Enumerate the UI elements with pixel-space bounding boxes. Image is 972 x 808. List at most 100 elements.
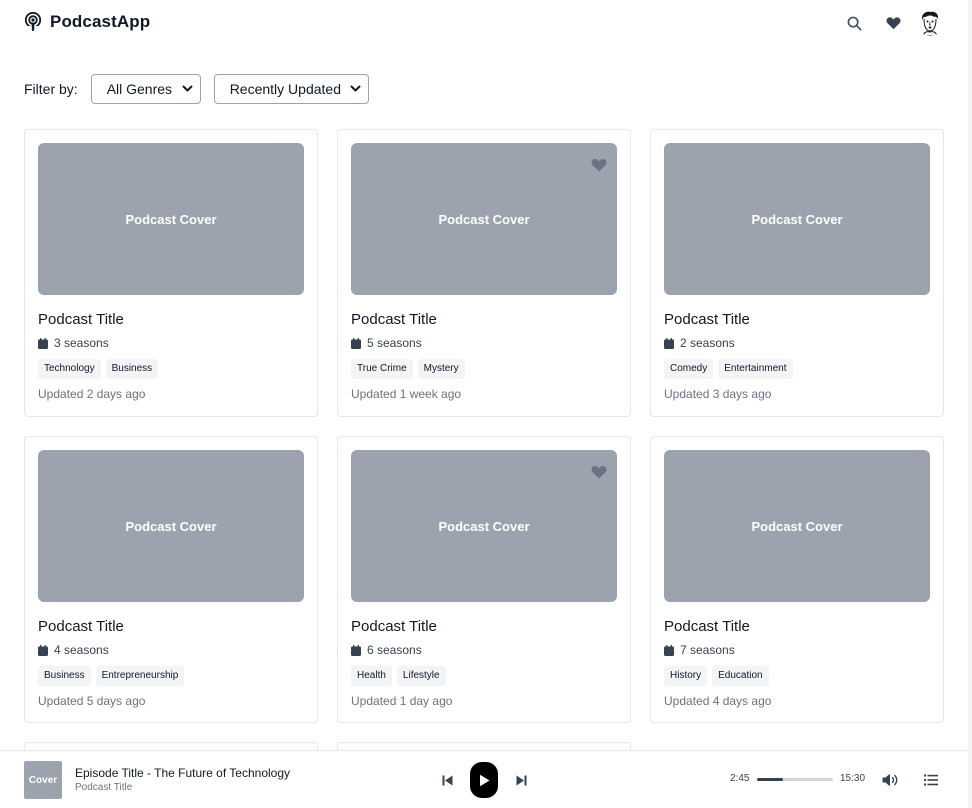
updated-time: Updated 3 days ago [664, 387, 772, 401]
podcast-title: Podcast Title [351, 618, 437, 635]
genre-tag[interactable]: Business [38, 666, 91, 686]
episode-title[interactable]: Episode Title - The Future of Technology [75, 766, 290, 780]
skip-back-icon [442, 775, 452, 785]
genre-select[interactable]: All Genres [90, 74, 201, 104]
search-button[interactable] [844, 13, 864, 33]
cover-placeholder-text: Podcast Cover [125, 518, 217, 534]
cover-placeholder-text: Podcast Cover [438, 518, 530, 534]
cover-placeholder-text: Podcast Cover [751, 518, 843, 534]
cover-placeholder-text: Podcast Cover [751, 211, 843, 227]
tag-list: Health Lifestyle [351, 666, 446, 686]
seasons-count: 3 seasons [54, 336, 109, 350]
tag-list: Technology Business [38, 359, 159, 379]
podcast-seasons: 3 seasons [38, 336, 109, 350]
playlist-button[interactable] [923, 773, 939, 787]
podcast-cover: Podcast Cover [38, 450, 304, 602]
calendar-icon [38, 644, 48, 656]
seasons-count: 2 seasons [680, 336, 735, 350]
episode-podcast-title[interactable]: Podcast Title [75, 782, 132, 793]
seasons-count: 7 seasons [680, 643, 735, 657]
current-time: 2:45 [730, 773, 750, 784]
podcast-card[interactable]: Podcast Cover Podcast Title 2 seasons Co… [650, 129, 944, 417]
podcast-seasons: 5 seasons [351, 336, 422, 350]
progress-bar[interactable] [757, 778, 833, 781]
podcast-title: Podcast Title [351, 311, 437, 328]
genre-tag[interactable]: Entertainment [718, 359, 793, 379]
sort-select[interactable]: Recently Updated [213, 74, 369, 104]
sort-select-value: Recently Updated [229, 81, 341, 97]
avatar[interactable] [917, 10, 943, 36]
skip-forward-icon [516, 775, 526, 785]
podcast-title: Podcast Title [38, 311, 124, 328]
calendar-icon [664, 337, 674, 349]
calendar-icon [351, 337, 361, 349]
updated-time: Updated 2 days ago [38, 387, 146, 401]
updated-time: Updated 1 week ago [351, 387, 462, 401]
skip-forward-button[interactable] [514, 773, 528, 787]
play-button[interactable] [470, 762, 498, 798]
podcast-card[interactable]: Podcast Cover Podcast Title 7 seasons Hi… [650, 436, 944, 723]
seasons-count: 5 seasons [367, 336, 422, 350]
podcast-card[interactable]: Podcast Cover Podcast Title 3 seasons Te… [24, 129, 318, 417]
tag-list: Business Entrepreneurship [38, 666, 185, 686]
heart-icon [885, 17, 901, 30]
genre-tag[interactable]: Lifestyle [396, 666, 446, 686]
podcast-seasons: 6 seasons [351, 643, 422, 657]
volume-icon [882, 773, 897, 787]
podcast-card[interactable]: Podcast Cover Podcast Title 4 seasons Bu… [24, 436, 318, 723]
podcast-icon [24, 12, 42, 32]
app-logo[interactable]: PodcastApp [24, 12, 150, 32]
genre-tag[interactable]: Entrepreneurship [95, 666, 185, 686]
podcast-card[interactable]: Podcast Cover Podcast Title 6 seasons He… [337, 436, 631, 723]
genre-tag[interactable]: Mystery [417, 359, 465, 379]
podcast-title: Podcast Title [664, 311, 750, 328]
podcast-seasons: 7 seasons [664, 643, 735, 657]
podcast-cover: Podcast Cover [664, 143, 930, 295]
avatar-illustration [917, 10, 943, 36]
filter-label: Filter by: [24, 81, 78, 97]
heart-icon[interactable] [591, 157, 607, 173]
genre-tag[interactable]: History [664, 666, 708, 686]
updated-time: Updated 5 days ago [38, 694, 146, 708]
page-scrollbar[interactable] [968, 0, 972, 808]
player-cover[interactable]: Cover [24, 761, 62, 799]
favorites-button[interactable] [883, 13, 903, 33]
genre-tag[interactable]: Business [105, 359, 159, 379]
podcast-cover: Podcast Cover [664, 450, 930, 602]
podcast-title: Podcast Title [664, 618, 750, 635]
podcast-cover: Podcast Cover [38, 143, 304, 295]
tag-list: Comedy Entertainment [664, 359, 793, 379]
podcast-cover: Podcast Cover [351, 450, 617, 602]
calendar-icon [351, 644, 361, 656]
skip-back-button[interactable] [440, 773, 454, 787]
genre-tag[interactable]: Health [351, 666, 392, 686]
calendar-icon [38, 337, 48, 349]
seasons-count: 6 seasons [367, 643, 422, 657]
progress-fill [757, 778, 783, 781]
chevron-down-icon [350, 85, 361, 92]
calendar-icon [664, 644, 674, 656]
genre-tag[interactable]: True Crime [351, 359, 413, 379]
volume-button[interactable] [881, 772, 899, 788]
seasons-count: 4 seasons [54, 643, 109, 657]
podcast-seasons: 4 seasons [38, 643, 109, 657]
updated-time: Updated 4 days ago [664, 694, 772, 708]
genre-tag[interactable]: Education [712, 666, 769, 686]
podcast-seasons: 2 seasons [664, 336, 735, 350]
play-icon [480, 774, 490, 786]
podcast-card[interactable]: Podcast Cover Podcast Title 5 seasons Tr… [337, 129, 631, 417]
search-icon [847, 16, 861, 30]
chevron-down-icon [182, 85, 193, 92]
genre-select-value: All Genres [106, 81, 173, 97]
playlist-icon [924, 774, 938, 786]
app-header: PodcastApp [0, 0, 972, 46]
heart-icon[interactable] [591, 464, 607, 480]
genre-tag[interactable]: Comedy [664, 359, 714, 379]
podcast-cover: Podcast Cover [351, 143, 617, 295]
app-name: PodcastApp [50, 12, 151, 31]
filter-bar: Filter by: All Genres Recently Updated [24, 74, 369, 104]
cover-placeholder-text: Podcast Cover [438, 211, 530, 227]
genre-tag[interactable]: Technology [38, 359, 101, 379]
total-time: 15:30 [840, 773, 866, 784]
updated-time: Updated 1 day ago [351, 694, 453, 708]
